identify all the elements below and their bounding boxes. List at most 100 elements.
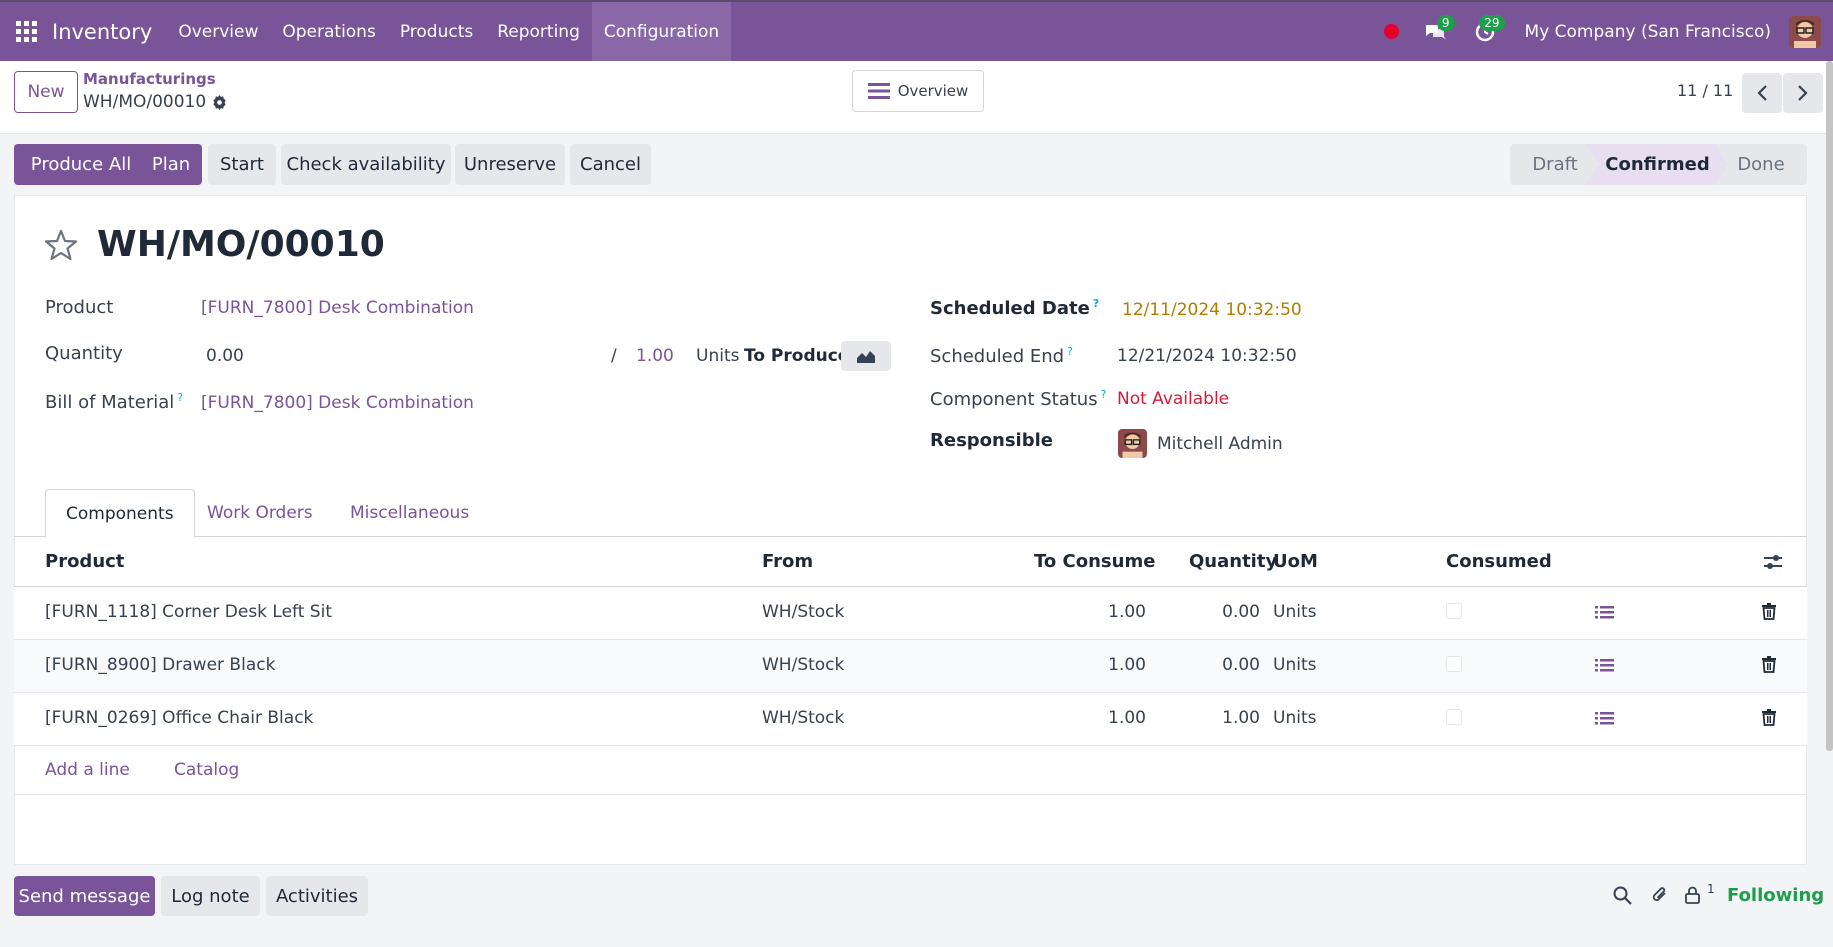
col-uom[interactable]: UoM: [1273, 551, 1318, 572]
row-uom: Units: [1273, 655, 1317, 675]
table-row[interactable]: [FURN_8900] Drawer Black WH/Stock 1.00 0…: [14, 640, 1807, 693]
notebook-tabs: Components Work Orders Miscellaneous: [14, 489, 1807, 538]
area-chart-icon: [857, 351, 875, 363]
component-status-help-icon[interactable]: ?: [1101, 388, 1107, 401]
hamburger-icon: [867, 83, 890, 99]
app-title[interactable]: Inventory: [52, 20, 152, 44]
paperclip-icon[interactable]: [1651, 885, 1669, 905]
consumed-checkbox[interactable]: [1446, 656, 1462, 672]
record-indicator-icon[interactable]: [1383, 24, 1399, 39]
produce-all-button[interactable]: Produce All: [14, 144, 148, 185]
component-status-value: Not Available: [1117, 389, 1230, 409]
send-message-button[interactable]: Send message: [14, 876, 155, 916]
bom-help-icon[interactable]: ?: [177, 391, 183, 404]
list-details-icon[interactable]: [1595, 711, 1614, 726]
col-consumed[interactable]: Consumed: [1446, 551, 1552, 572]
check-availability-button[interactable]: Check availability: [281, 144, 451, 185]
row-quantity[interactable]: 1.00: [1194, 708, 1260, 728]
list-details-icon[interactable]: [1595, 658, 1614, 673]
row-product[interactable]: [FURN_1118] Corner Desk Left Sit: [45, 602, 332, 622]
bom-field[interactable]: [FURN_7800] Desk Combination: [201, 393, 474, 413]
chevron-left-icon: [1757, 85, 1767, 101]
gear-icon[interactable]: [212, 94, 227, 110]
col-quantity[interactable]: Quantity: [1189, 551, 1277, 572]
record-title: WH/MO/00010: [97, 224, 385, 265]
chevron-right-icon: [1798, 85, 1808, 101]
activities-button[interactable]: Activities: [266, 876, 368, 916]
trash-icon[interactable]: [1762, 603, 1776, 620]
messages-badge: 9: [1436, 14, 1455, 31]
trash-icon[interactable]: [1762, 709, 1776, 726]
tab-work-orders[interactable]: Work Orders: [207, 489, 313, 537]
consumed-checkbox[interactable]: [1446, 709, 1462, 725]
menu-reporting[interactable]: Reporting: [485, 2, 592, 61]
status-draft[interactable]: Draft: [1510, 144, 1600, 185]
row-to-consume: 1.00: [1108, 655, 1146, 675]
apps-menu-button[interactable]: [0, 2, 52, 61]
menu-overview[interactable]: Overview: [166, 2, 270, 61]
row-quantity[interactable]: 0.00: [1194, 655, 1260, 675]
quantity-target[interactable]: 1.00: [636, 346, 674, 366]
cancel-button[interactable]: Cancel: [570, 144, 651, 185]
table-row[interactable]: [FURN_1118] Corner Desk Left Sit WH/Stoc…: [14, 587, 1807, 640]
following-button[interactable]: Following: [1727, 885, 1824, 906]
row-from[interactable]: WH/Stock: [762, 708, 844, 728]
scheduled-date-field[interactable]: 12/11/2024 10:32:50: [1122, 300, 1302, 320]
row-from[interactable]: WH/Stock: [762, 602, 844, 622]
quantity-label: Quantity: [45, 343, 123, 364]
column-settings-icon[interactable]: [1763, 553, 1783, 571]
user-avatar[interactable]: [1789, 15, 1821, 48]
company-switcher[interactable]: My Company (San Francisco): [1525, 22, 1771, 42]
responsible-field[interactable]: Mitchell Admin: [1157, 434, 1283, 454]
status-done[interactable]: Done: [1715, 144, 1807, 185]
list-details-icon[interactable]: [1595, 605, 1614, 620]
table-row[interactable]: [FURN_0269] Office Chair Black WH/Stock …: [14, 693, 1807, 746]
followers-count: 1: [1707, 882, 1715, 896]
status-confirmed[interactable]: Confirmed: [1585, 144, 1730, 185]
scheduled-end-help-icon[interactable]: ?: [1067, 345, 1073, 358]
scheduled-end-field[interactable]: 12/21/2024 10:32:50: [1117, 346, 1297, 366]
menu-operations[interactable]: Operations: [270, 2, 387, 61]
pager-next-button[interactable]: [1783, 73, 1823, 113]
tab-miscellaneous[interactable]: Miscellaneous: [350, 489, 469, 537]
menu-products[interactable]: Products: [388, 2, 485, 61]
menu-configuration[interactable]: Configuration: [591, 2, 732, 61]
overview-button[interactable]: Overview: [852, 70, 984, 112]
breadcrumb-current: WH/MO/00010: [83, 92, 227, 112]
row-from[interactable]: WH/Stock: [762, 655, 844, 675]
consumed-checkbox[interactable]: [1446, 603, 1462, 619]
plan-button[interactable]: Plan: [140, 144, 202, 185]
activities-button[interactable]: 29: [1465, 12, 1505, 52]
control-panel: New Manufacturings WH/MO/00010 Overview …: [0, 61, 1833, 134]
product-field[interactable]: [FURN_7800] Desk Combination: [201, 298, 474, 318]
unreserve-button[interactable]: Unreserve: [455, 144, 565, 185]
pager-previous-button[interactable]: [1742, 73, 1782, 113]
catalog-link[interactable]: Catalog: [174, 760, 239, 780]
user-avatar-icon: [1789, 15, 1821, 48]
log-note-button[interactable]: Log note: [161, 876, 260, 916]
breadcrumb-parent[interactable]: Manufacturings: [83, 70, 216, 88]
start-button[interactable]: Start: [208, 144, 276, 185]
new-button[interactable]: New: [14, 71, 78, 113]
row-quantity[interactable]: 0.00: [1194, 602, 1260, 622]
col-product[interactable]: Product: [45, 551, 124, 572]
tab-components[interactable]: Components: [45, 489, 195, 538]
trash-icon[interactable]: [1762, 656, 1776, 673]
pager-value[interactable]: 11 / 11: [1677, 81, 1733, 100]
forecast-chart-button[interactable]: [841, 341, 891, 371]
row-product[interactable]: [FURN_8900] Drawer Black: [45, 655, 275, 675]
add-line-link[interactable]: Add a line: [45, 760, 130, 780]
page-scrollbar[interactable]: [1826, 61, 1833, 751]
messages-button[interactable]: 9: [1415, 12, 1455, 52]
quantity-input[interactable]: 0.00: [206, 346, 244, 366]
lock-icon[interactable]: [1685, 886, 1700, 904]
search-icon[interactable]: [1613, 886, 1632, 905]
row-product[interactable]: [FURN_0269] Office Chair Black: [45, 708, 313, 728]
col-from[interactable]: From: [762, 551, 813, 572]
components-table-header: Product From To Consume Quantity UoM Con…: [14, 537, 1807, 587]
scheduled-date-help-icon[interactable]: ?: [1093, 297, 1099, 310]
row-to-consume: 1.00: [1108, 602, 1146, 622]
star-icon[interactable]: [44, 229, 78, 261]
top-navbar: Inventory Overview Operations Products R…: [0, 0, 1833, 61]
col-to-consume[interactable]: To Consume: [1034, 551, 1155, 572]
